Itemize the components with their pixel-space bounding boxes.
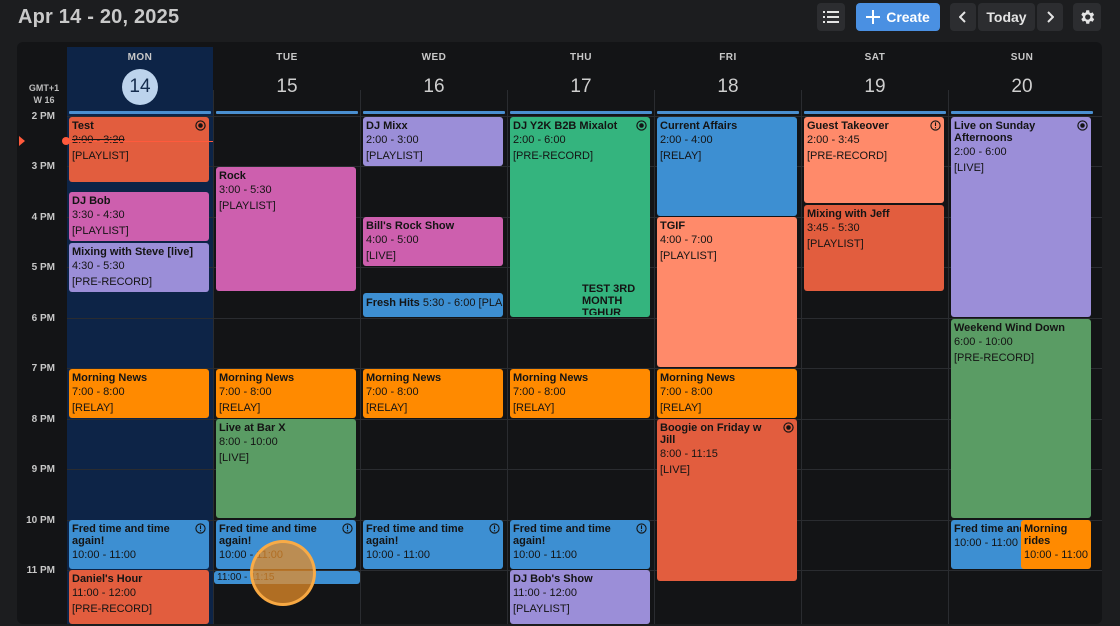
plus-icon: [866, 10, 881, 24]
info-icon: [930, 120, 941, 131]
event-title: TEST 3RD MONTH TGHUR: [582, 283, 636, 315]
event-card[interactable]: Morning News 7:00 - 8:00 [RELAY]: [216, 369, 356, 418]
event-card[interactable]: Fred time and time again!10:00 - 11:00: [69, 520, 209, 569]
create-label: Create: [886, 9, 930, 25]
hour-label: 2 PM: [31, 111, 55, 122]
hour-label: 6 PM: [31, 313, 55, 324]
event-card[interactable]: Live on Sunday Afternoons 2:00 - 6:00 [LIV…: [951, 117, 1091, 317]
previous-week-button[interactable]: [950, 3, 976, 31]
event-card[interactable]: Morning News 7:00 - 8:00 [RELAY]: [510, 369, 650, 418]
event-card[interactable]: Guest Takeover 2:00 - 3:45 [PRE-RECORD]: [804, 117, 944, 203]
current-time-line: [67, 141, 213, 142]
event-card[interactable]: Morning News 7:00 - 8:00 [RELAY]: [69, 369, 209, 418]
settings-button[interactable]: [1073, 3, 1101, 31]
event-card[interactable]: Daniel's Hour 11:00 - 12:00 [PRE-RECORD]: [69, 570, 209, 624]
hour-label: 8 PM: [31, 414, 55, 425]
date-range-title: Apr 14 - 20, 2025: [18, 6, 180, 28]
event-card[interactable]: Fresh Hits 5:30 - 6:00 [PLA: [363, 293, 503, 317]
event-card[interactable]: Test 2:00 - 3:20 [PLAYLIST]: [69, 117, 209, 182]
live-icon: [195, 120, 206, 131]
event-card[interactable]: Current Affairs 2:00 - 4:00 [RELAY]: [657, 117, 797, 216]
hour-label: 7 PM: [31, 363, 55, 374]
list-view-button[interactable]: [817, 3, 845, 31]
event-card[interactable]: DJ Bob 3:30 - 4:30 [PLAYLIST]: [69, 192, 209, 241]
hour-label: 4 PM: [31, 212, 55, 223]
current-time-dot: [62, 137, 70, 145]
day-header-wed[interactable]: WED 16: [361, 42, 507, 114]
info-icon: [489, 523, 500, 534]
event-card[interactable]: Weekend Wind Down 6:00 - 10:00 [PRE-RECORD…: [951, 319, 1091, 518]
event-card[interactable]: DJ Y2K B2B Mixalot 2:00 - 6:00 [PRE-RECORD…: [510, 117, 650, 317]
live-icon: [636, 120, 647, 131]
create-button[interactable]: Create: [856, 3, 940, 31]
event-card[interactable]: DJ Bob's Show 11:00 - 12:00 [PLAYLIST]: [510, 570, 650, 624]
event-card[interactable]: Bill's Rock Show 4:00 - 5:00 [LIVE]: [363, 217, 503, 266]
event-card[interactable]: Morning rides 10:00 - 11:00: [1021, 520, 1091, 569]
hour-label: 3 PM: [31, 161, 55, 172]
current-time-marker: [19, 136, 25, 146]
gear-icon: [1081, 10, 1095, 24]
event-card[interactable]: Rock 3:00 - 5:30 [PLAYLIST]: [216, 167, 356, 291]
today-button[interactable]: Today: [978, 3, 1035, 31]
event-card[interactable]: Morning News 7:00 - 8:00 [RELAY]: [657, 369, 797, 418]
event-card[interactable]: Mixing with Steve [live] 4:30 - 5:30 [PRE-…: [69, 243, 209, 292]
list-view-icon: [823, 11, 839, 23]
event-card[interactable]: Mixing with Jeff 3:45 - 5:30 [PLAYLIST]: [804, 205, 944, 291]
info-icon: [636, 523, 647, 534]
week-calendar: GMT+1 W 16 MON 14 TUE 15 WED 16 THU 17 FRI 18…: [17, 42, 1102, 624]
event-card[interactable]: TGIF 4:00 - 7:00 [PLAYLIST]: [657, 217, 797, 367]
info-icon: [195, 523, 206, 534]
day-header-mon[interactable]: MON 14: [67, 42, 213, 114]
hour-label: 11 PM: [26, 565, 55, 576]
hour-label: 10 PM: [26, 515, 55, 526]
event-card[interactable]: Live at Bar X 8:00 - 10:00 [LIVE]: [216, 419, 356, 518]
day-header-thu[interactable]: THU 17: [508, 42, 654, 114]
day-header-tue[interactable]: TUE 15: [214, 42, 360, 114]
event-card[interactable]: DJ Mixx 2:00 - 3:00 [PLAYLIST]: [363, 117, 503, 166]
day-header-sun[interactable]: SUN 20: [949, 42, 1095, 114]
cursor-highlight: [250, 540, 316, 606]
chevron-right-icon: [1047, 11, 1054, 23]
chevron-left-icon: [959, 11, 966, 23]
live-icon: [1077, 120, 1088, 131]
day-header-fri[interactable]: FRI 18: [655, 42, 801, 114]
event-card[interactable]: Fred time and time again!10:00 - 11:00: [363, 520, 503, 569]
day-header-sat[interactable]: SAT 19: [802, 42, 948, 114]
info-icon: [342, 523, 353, 534]
hour-label: 5 PM: [31, 262, 55, 273]
live-icon: [783, 422, 794, 433]
event-card[interactable]: Boogie on Friday w Jill 8:00 - 11:15 [LIVE…: [657, 419, 797, 581]
next-week-button[interactable]: [1037, 3, 1063, 31]
hour-label: 9 PM: [31, 464, 55, 475]
event-card[interactable]: Fred time and time again!10:00 - 11:00: [510, 520, 650, 569]
event-card[interactable]: Morning News 7:00 - 8:00 [RELAY]: [363, 369, 503, 418]
timezone-label: GMT+1 W 16: [28, 83, 60, 105]
